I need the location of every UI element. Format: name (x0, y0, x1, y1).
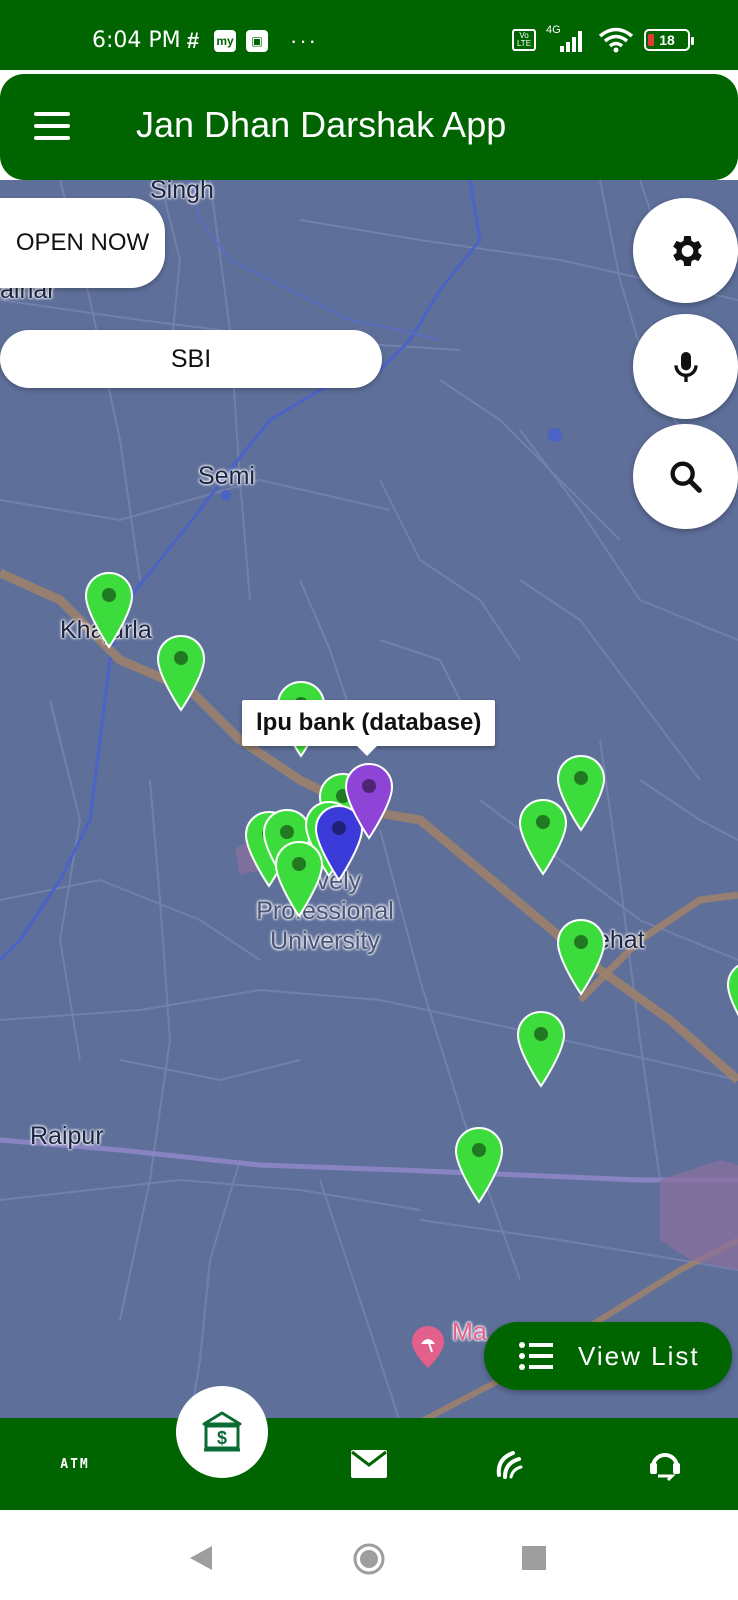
place-label: Semi (198, 462, 255, 490)
nav-help[interactable] (630, 1418, 700, 1510)
search-icon (670, 461, 702, 493)
bank-marker[interactable] (454, 1126, 504, 1204)
status-time: 6:04 PM (92, 28, 181, 53)
home-icon[interactable] (352, 1542, 386, 1576)
app-title: Jan Dhan Darshak App (136, 104, 507, 145)
battery-level: 18 (659, 32, 675, 48)
app-screen: 6:04 PM # my ▣ ··· Vo LTE 4G 18 Jan Dhan… (0, 0, 738, 1600)
app-bar: Jan Dhan Darshak App (0, 74, 738, 180)
open-now-button[interactable]: OPEN NOW (0, 198, 165, 288)
settings-button[interactable] (633, 198, 738, 303)
app-notification-icon: ▣ (246, 30, 268, 52)
bank-icon: $ (202, 1411, 242, 1452)
campus-label-line: University (270, 927, 380, 955)
battery-icon: 18 (644, 29, 694, 51)
volte-icon: Vo LTE (512, 29, 536, 51)
grid-notification-icon: # (186, 28, 200, 53)
gear-icon (672, 235, 702, 266)
place-label: Raipur (30, 1122, 104, 1150)
wifi-icon (598, 27, 634, 53)
bank-filter-chip[interactable]: SBI (0, 330, 382, 388)
mitra-icon (496, 1451, 523, 1479)
signal-icon: 4G (546, 24, 588, 52)
bottom-navigation: ATM (0, 1418, 738, 1510)
nav-mail[interactable] (336, 1418, 402, 1510)
svg-text:$: $ (217, 1428, 227, 1448)
mail-icon (351, 1450, 387, 1478)
status-bar: 6:04 PM # my ▣ ··· Vo LTE 4G 18 (0, 0, 738, 70)
more-notifications-icon: ··· (290, 28, 318, 53)
nav-mitra[interactable] (470, 1418, 550, 1510)
marker-tooltip[interactable]: lpu bank (database) (242, 700, 496, 756)
voice-search-button[interactable] (633, 314, 738, 419)
campus-label-line: Professional (256, 897, 394, 925)
my-app-notification-icon: my (214, 30, 236, 52)
nav-atm[interactable]: ATM (40, 1418, 110, 1510)
nav-bank-button[interactable]: $ (176, 1386, 268, 1478)
system-navigation-bar (0, 1510, 738, 1600)
bank-marker[interactable] (84, 571, 134, 649)
back-icon[interactable] (188, 1544, 214, 1572)
atm-label: ATM (60, 1456, 90, 1472)
bank-marker[interactable] (556, 918, 606, 996)
search-button[interactable] (633, 424, 738, 529)
selected-bank-marker[interactable] (344, 762, 394, 840)
place-label: Singh (150, 180, 214, 204)
list-icon (519, 1342, 553, 1370)
place-label: Ma (452, 1318, 487, 1346)
view-list-button[interactable]: View List (484, 1322, 732, 1390)
help-icon (650, 1453, 680, 1482)
system-status-icons: Vo LTE 4G 18 (512, 24, 694, 53)
recents-icon[interactable] (522, 1546, 546, 1570)
notification-icons: # my ▣ ··· (182, 28, 318, 54)
bank-marker[interactable] (516, 1010, 566, 1088)
bank-marker[interactable] (726, 960, 738, 1038)
menu-icon[interactable] (34, 112, 70, 140)
microphone-icon (673, 351, 698, 382)
bank-marker[interactable] (518, 798, 568, 876)
bank-marker[interactable] (156, 634, 206, 712)
view-list-label: View List (578, 1340, 700, 1371)
